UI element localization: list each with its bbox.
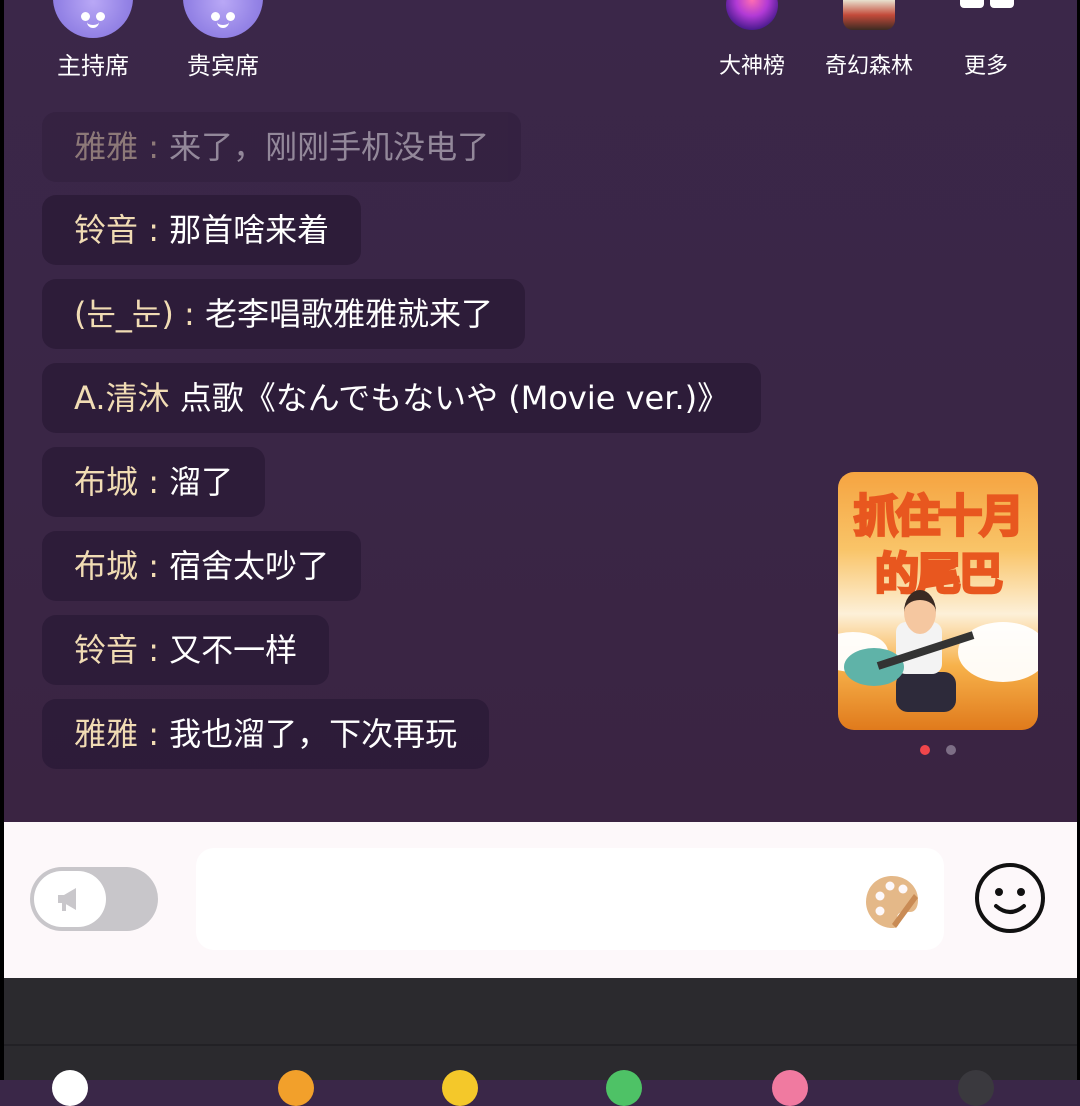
mic-icon[interactable] — [52, 1070, 88, 1106]
message-text: 溜了 — [169, 463, 234, 501]
more-grid-icon — [960, 0, 1014, 30]
guitar-illustration — [844, 648, 904, 686]
chat-message: 布城 : 宿舍太吵了 — [42, 531, 362, 601]
sender-name[interactable]: 布城 — [74, 547, 138, 585]
music-icon[interactable] — [606, 1070, 642, 1106]
toggle-knob — [34, 871, 106, 927]
chat-message: 雅雅 : 来了，刚刚手机没电了 — [42, 112, 522, 182]
broadcast-toggle[interactable] — [30, 867, 158, 931]
separator: : — [138, 463, 170, 501]
bottom-toolbar — [0, 978, 1080, 1106]
palette-icon[interactable] — [862, 872, 922, 932]
toolbar-divider — [0, 1044, 1080, 1046]
emoji-icon[interactable] — [974, 862, 1046, 934]
pagination-dot-active[interactable] — [920, 745, 930, 755]
separator: : — [138, 128, 170, 166]
separator — [170, 379, 180, 417]
message-text: 老李唱歌雅雅就来了 — [204, 295, 493, 333]
gift-icon[interactable] — [278, 1070, 314, 1106]
share-icon[interactable] — [772, 1070, 808, 1106]
message-text: 那首啥来着 — [169, 211, 330, 249]
leaderboard-label: 大神榜 — [718, 54, 785, 79]
menu-icon[interactable] — [958, 1070, 994, 1106]
sender-name[interactable]: 铃音 — [74, 631, 138, 669]
banner-title-line1: 抓住十月 — [853, 490, 1026, 544]
message-input-bar — [0, 822, 1080, 978]
chat-message: 雅雅 : 我也溜了，下次再玩 — [42, 699, 490, 769]
sender-name[interactable]: A.清沐 — [74, 379, 170, 417]
guest-seat-label: 贵宾席 — [187, 52, 259, 80]
banner-figure-legs — [896, 672, 956, 712]
pagination-dot[interactable] — [946, 745, 956, 755]
more-label: 更多 — [963, 54, 1008, 79]
banner-title-line2: 的尾巴 — [874, 548, 1005, 602]
sender-name[interactable]: 雅雅 — [74, 715, 138, 753]
megaphone-icon — [58, 888, 76, 911]
leaderboard-icon — [726, 0, 778, 30]
separator: : — [138, 631, 170, 669]
guest-avatar — [183, 0, 263, 38]
message-text: 又不一样 — [169, 631, 298, 669]
fantasy-forest-icon — [843, 0, 895, 30]
fantasy-forest-label: 奇幻森林 — [824, 54, 913, 79]
sender-name[interactable]: (눈_눈) — [74, 295, 174, 333]
separator: : — [173, 295, 205, 333]
chat-message: (눈_눈) : 老李唱歌雅雅就来了 — [42, 279, 525, 349]
message-text: 我也溜了，下次再玩 — [169, 715, 458, 753]
host-avatar — [53, 0, 133, 38]
separator: : — [138, 547, 170, 585]
song-request-message: A.清沐 点歌《なんでもないや (Movie ver.)》 — [42, 363, 762, 433]
separator: : — [138, 715, 170, 753]
sender-name[interactable]: 雅雅 — [74, 128, 138, 166]
voice-room-panel: 主持席 贵宾席 大神榜 奇幻森林 更多 雅雅 : 来了，刚刚手机没电了 铃音 :… — [0, 0, 1080, 822]
chat-message: 铃音 : 那首啥来着 — [42, 195, 362, 265]
promo-banner[interactable]: 抓住十月 的尾巴 — [838, 472, 1038, 730]
message-text: 点歌《なんでもないや (Movie ver.)》 — [179, 379, 730, 417]
sender-name[interactable]: 布城 — [74, 463, 138, 501]
screen-edge-left — [0, 0, 4, 1080]
host-seat-label: 主持席 — [57, 52, 129, 80]
sender-name[interactable]: 铃音 — [74, 211, 138, 249]
game-icon[interactable] — [442, 1070, 478, 1106]
chat-input[interactable] — [196, 848, 944, 950]
banner-figure-head — [904, 590, 936, 634]
separator: : — [138, 211, 170, 249]
message-text: 来了，刚刚手机没电了 — [169, 128, 490, 166]
chat-message: 铃音 : 又不一样 — [42, 615, 330, 685]
chat-message: 布城 : 溜了 — [42, 447, 266, 517]
message-text: 宿舍太吵了 — [169, 547, 330, 585]
